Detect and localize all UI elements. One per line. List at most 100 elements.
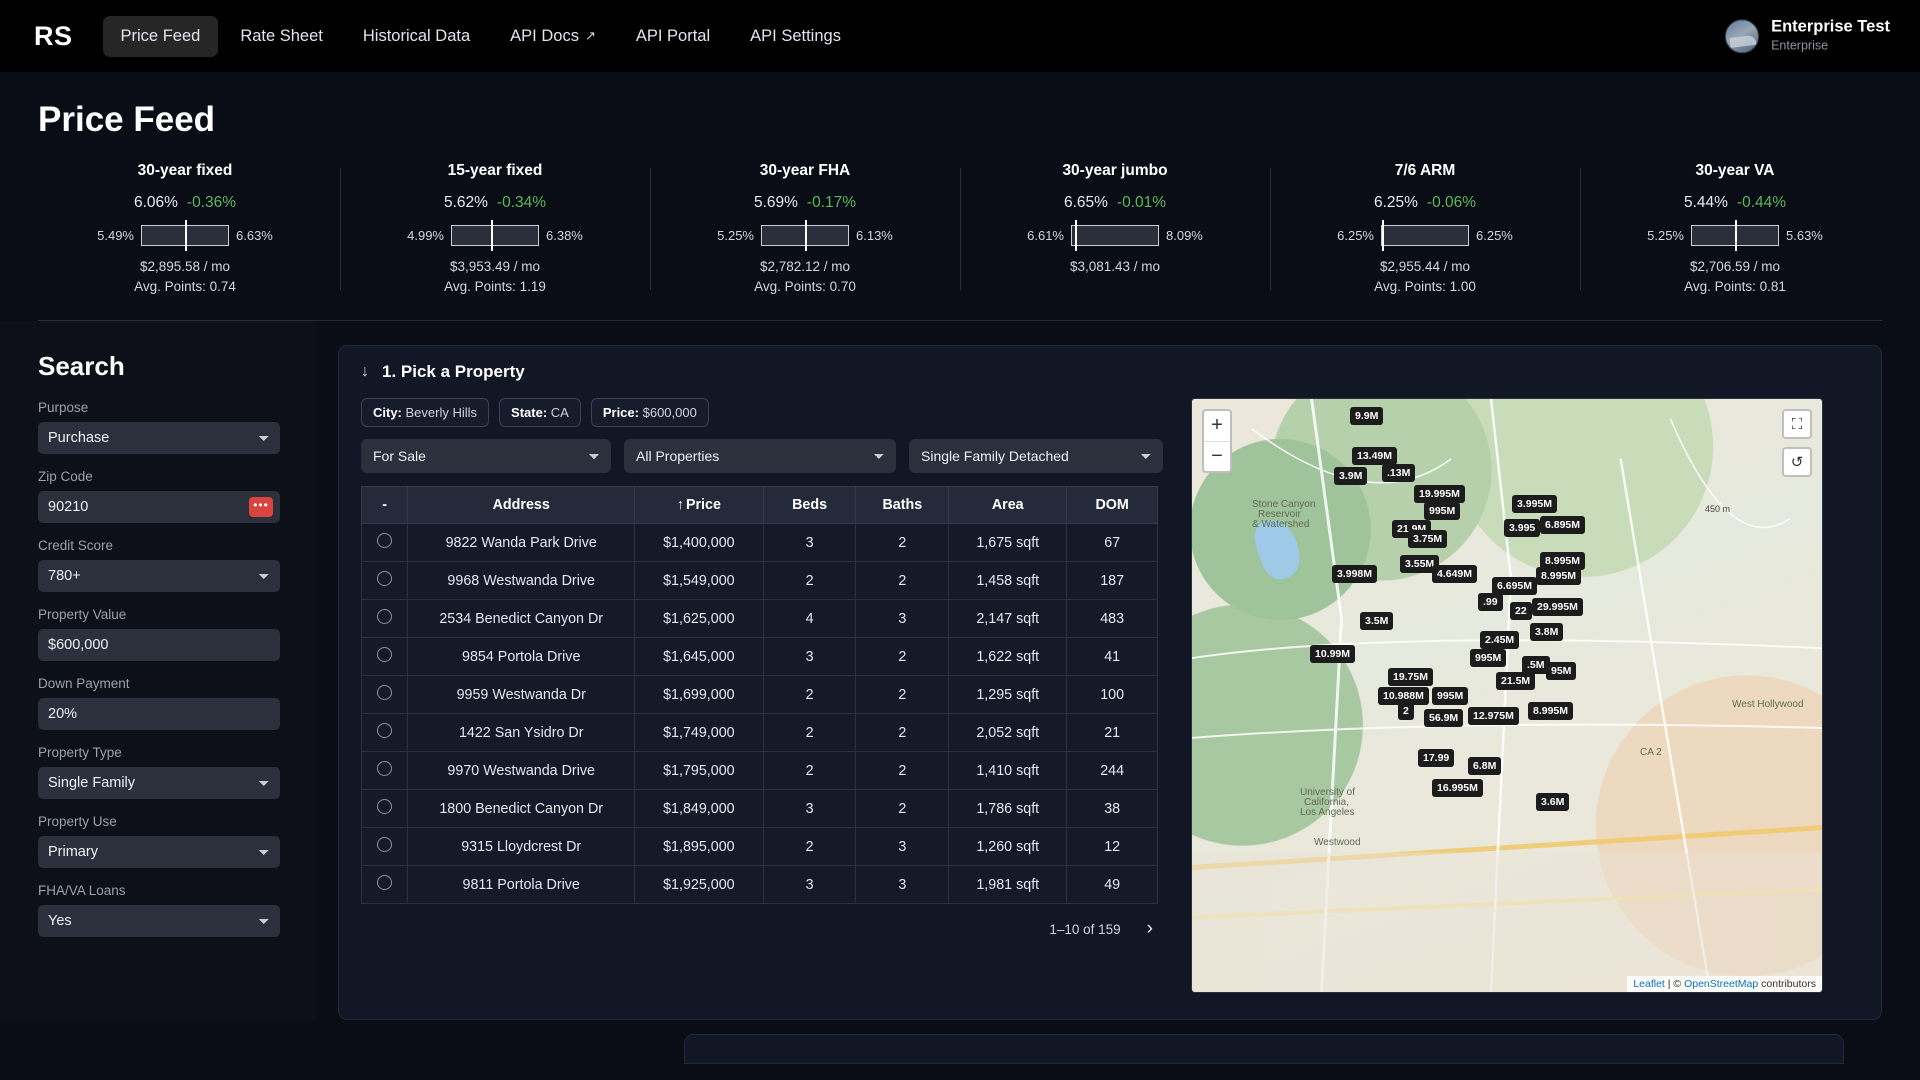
col-select[interactable]: - (360, 486, 409, 524)
property-value-input[interactable]: $600,000 (38, 629, 280, 661)
row-select-cell[interactable] (360, 713, 409, 752)
chip-price[interactable]: Price: $600,000 (590, 398, 709, 427)
down-payment-input[interactable]: 20% (38, 698, 280, 730)
row-select-cell[interactable] (360, 751, 409, 790)
nav-item-historical-data[interactable]: Historical Data (345, 16, 488, 57)
table-row[interactable]: 1422 San Ysidro Dr $1,749,000 2 2 2,052 sqft… (360, 713, 1158, 752)
map-price-marker[interactable]: 29.995M (1532, 598, 1583, 616)
nav-item-api-portal[interactable]: API Portal (618, 16, 728, 57)
nav-item-api-settings[interactable]: API Settings (732, 16, 859, 57)
table-row[interactable]: 9970 Westwanda Drive $1,795,000 2 2 1,410 sq… (360, 751, 1158, 790)
map-price-marker[interactable]: 19.995M (1414, 485, 1465, 503)
map-price-marker[interactable]: .13M (1382, 464, 1416, 482)
table-row[interactable]: 9811 Portola Drive $1,925,000 3 3 1,981 sqft… (360, 865, 1158, 904)
row-select-cell[interactable] (360, 675, 409, 714)
row-radio[interactable] (377, 761, 393, 776)
map-price-marker[interactable]: 995M (1432, 687, 1469, 705)
panel-header[interactable]: ↓ 1. Pick a Property (339, 346, 1881, 398)
col-price[interactable]: ↑ Price (634, 486, 764, 524)
row-radio[interactable] (377, 723, 393, 738)
user-menu[interactable]: Enterprise Test Enterprise (1725, 17, 1890, 54)
table-row[interactable]: 9959 Westwanda Dr $1,699,000 2 2 1,295 sqft 1… (360, 675, 1158, 714)
map-price-marker[interactable]: 3.9M (1334, 467, 1368, 485)
map-price-marker[interactable]: 4.649M (1432, 565, 1478, 583)
rate-card[interactable]: 30-year fixed 6.06% -0.36% 5.49% 6.63% $2,895… (30, 162, 340, 294)
row-radio[interactable] (377, 647, 393, 662)
property-map[interactable]: Stone Canyon Reservoir & Watershed West Hol… (1191, 398, 1823, 993)
rate-card[interactable]: 30-year jumbo 6.65% -0.01% 6.61% 8.09% $3,081… (960, 162, 1270, 294)
map-price-marker[interactable]: 3.5M (1360, 612, 1394, 630)
map-price-marker[interactable]: 3.75M (1408, 530, 1448, 548)
row-select-cell[interactable] (360, 561, 409, 600)
map-price-marker[interactable]: 3.6M (1536, 793, 1570, 811)
col-baths[interactable]: Baths (855, 486, 950, 524)
col-address[interactable]: Address (407, 486, 636, 524)
col-area[interactable]: Area (948, 486, 1068, 524)
property-type-select[interactable]: Single Family (38, 767, 280, 799)
map-price-marker[interactable]: 3.998M (1332, 565, 1378, 583)
rate-card[interactable]: 7/6 ARM 6.25% -0.06% 6.25% 6.25% $2,955.44 / … (1270, 162, 1580, 294)
osm-link[interactable]: OpenStreetMap (1684, 978, 1758, 990)
row-select-cell[interactable] (360, 827, 409, 866)
purpose-select[interactable]: Purchase (38, 422, 280, 454)
table-row[interactable]: 9315 Lloydcrest Dr $1,895,000 2 3 1,260 sqft… (360, 827, 1158, 866)
map-price-marker[interactable]: 21.5M (1496, 672, 1536, 690)
map-price-marker[interactable]: 8.995M (1536, 567, 1582, 585)
row-radio[interactable] (377, 837, 393, 852)
zoom-in-button[interactable]: + (1204, 411, 1230, 441)
nav-item-price-feed[interactable]: Price Feed (102, 15, 219, 57)
map-price-marker[interactable]: 995M (1470, 649, 1507, 667)
row-radio[interactable] (377, 533, 393, 548)
table-row[interactable]: 9968 Westwanda Drive $1,549,000 2 2 1,458 sq… (360, 561, 1158, 600)
zip-loading-badge[interactable]: ••• (249, 497, 273, 517)
map-price-marker[interactable]: 2 (1398, 702, 1414, 720)
row-radio[interactable] (377, 875, 393, 890)
map-price-marker[interactable]: 13.49M (1352, 447, 1398, 465)
col-dom[interactable]: DOM (1066, 486, 1158, 524)
table-row[interactable]: 1800 Benedict Canyon Dr $1,849,000 3 2 1,786… (360, 789, 1158, 828)
map-price-marker[interactable]: 8.995M (1528, 702, 1574, 720)
map-price-marker[interactable]: 95M (1546, 662, 1577, 680)
table-row[interactable]: 2534 Benedict Canyon Dr $1,625,000 4 3 2,147… (360, 599, 1158, 638)
row-select-cell[interactable] (360, 523, 409, 562)
row-select-cell[interactable] (360, 599, 409, 638)
map-price-marker[interactable]: 17.99 (1418, 749, 1455, 767)
nav-item-rate-sheet[interactable]: Rate Sheet (222, 16, 341, 57)
chip-state[interactable]: State: CA (499, 398, 581, 427)
nav-item-api-docs[interactable]: API Docs ↗ (492, 16, 614, 57)
row-select-cell[interactable] (360, 637, 409, 676)
fullscreen-icon[interactable]: ⛶ (1782, 409, 1812, 439)
map-price-marker[interactable]: 9.9M (1350, 407, 1384, 425)
map-price-marker[interactable]: .99 (1478, 593, 1503, 611)
history-icon[interactable]: ↺ (1782, 447, 1812, 477)
leaflet-link[interactable]: Leaflet (1633, 978, 1665, 990)
rate-card[interactable]: 15-year fixed 5.62% -0.34% 4.99% 6.38% $3,953… (340, 162, 650, 294)
listing-status-select[interactable]: For Sale (361, 439, 611, 473)
row-radio[interactable] (377, 685, 393, 700)
map-price-marker[interactable]: 19.75M (1388, 668, 1434, 686)
row-radio[interactable] (377, 799, 393, 814)
map-price-marker[interactable]: 2.45M (1480, 631, 1520, 649)
credit-score-select[interactable]: 780+ (38, 560, 280, 592)
col-beds[interactable]: Beds (762, 486, 857, 524)
home-type-select[interactable]: Single Family Detached (909, 439, 1163, 473)
map-price-marker[interactable]: 22 (1510, 602, 1532, 620)
rate-card[interactable]: 30-year FHA 5.69% -0.17% 5.25% 6.13% $2,782.1… (650, 162, 960, 294)
map-price-marker[interactable]: 6.895M (1540, 516, 1586, 534)
row-select-cell[interactable] (360, 789, 409, 828)
rate-card[interactable]: 30-year VA 5.44% -0.44% 5.25% 5.63% $2,706.59… (1580, 162, 1890, 294)
row-radio[interactable] (377, 609, 393, 624)
table-row[interactable]: 9854 Portola Drive $1,645,000 3 2 1,622 sqft… (360, 637, 1158, 676)
property-use-select[interactable]: Primary (38, 836, 280, 868)
table-row[interactable]: 9822 Wanda Park Drive $1,400,000 3 2 1,675 s… (360, 523, 1158, 562)
property-scope-select[interactable]: All Properties (624, 439, 896, 473)
map-price-marker[interactable]: 3.995 (1504, 519, 1541, 537)
fha-va-loans-select[interactable]: Yes (38, 905, 280, 937)
app-logo[interactable]: RS (34, 21, 73, 52)
chip-city[interactable]: City: Beverly Hills (361, 398, 490, 427)
map-price-marker[interactable]: 12.975M (1468, 707, 1519, 725)
map-price-marker[interactable]: 10.99M (1310, 645, 1356, 663)
zoom-out-button[interactable]: − (1204, 441, 1230, 471)
row-radio[interactable] (377, 571, 393, 586)
map-price-marker[interactable]: 6.8M (1468, 757, 1502, 775)
